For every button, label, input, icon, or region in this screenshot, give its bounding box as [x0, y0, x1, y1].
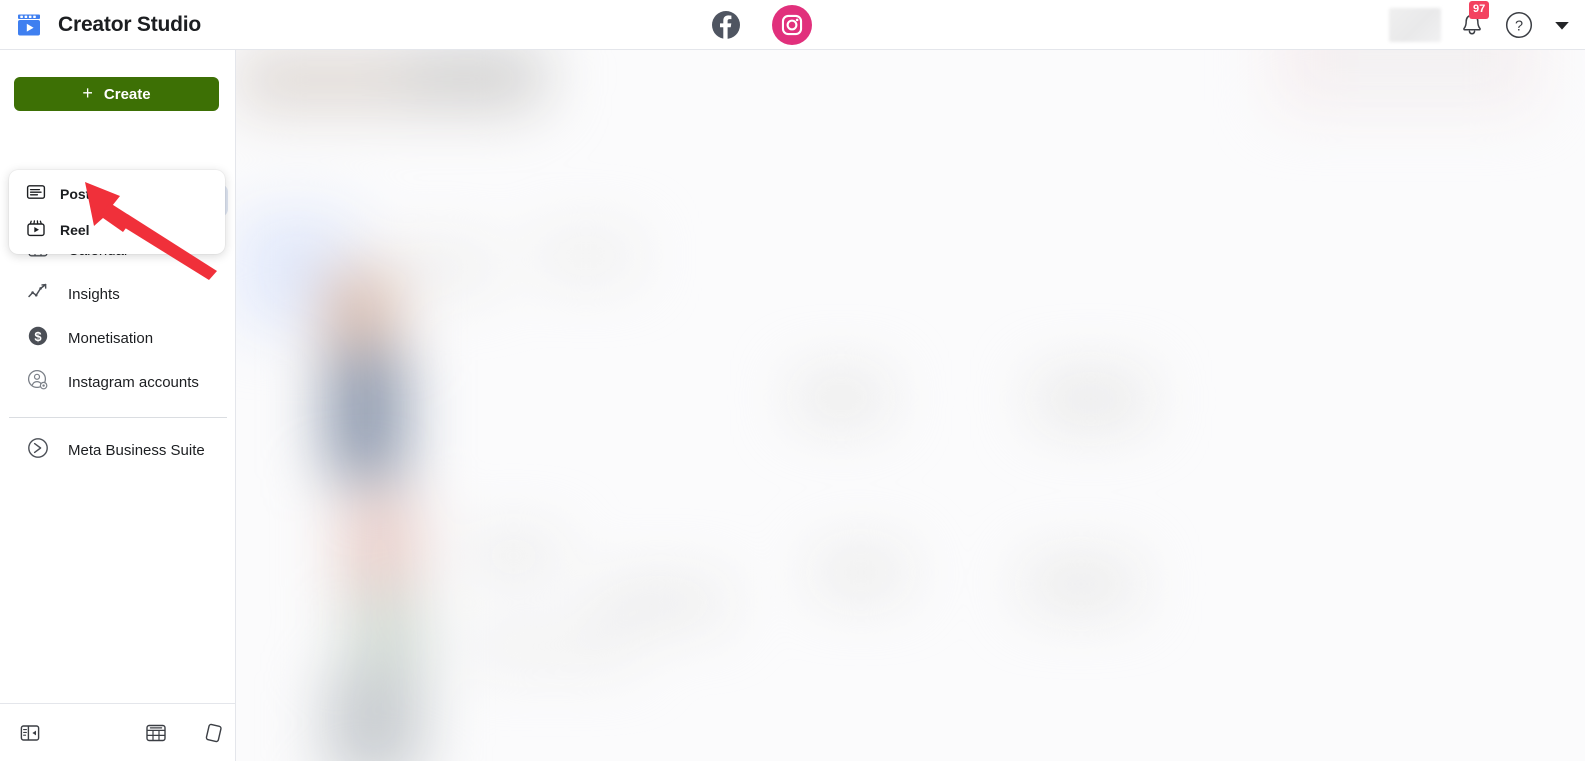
sidebar-item-insights-label: Insights: [68, 285, 120, 303]
sidebar-item-meta-business-suite-label: Meta Business Suite: [68, 441, 205, 459]
notifications-button[interactable]: 97: [1455, 1, 1490, 42]
sidebar: + Create Post Reel Insights $ Monetisati…: [0, 50, 236, 761]
tilted-card-icon[interactable]: [201, 721, 225, 745]
account-settings-icon: [27, 369, 49, 396]
create-menu-item-post[interactable]: Post: [9, 176, 225, 212]
create-menu-item-post-label: Post: [60, 186, 91, 202]
sidebar-item-meta-business-suite[interactable]: Meta Business Suite: [9, 428, 227, 472]
creator-studio-app: Creator Studio 97 ? + Create Post Reel I…: [0, 0, 1585, 761]
sidebar-item-instagram-accounts[interactable]: Instagram accounts: [9, 360, 227, 404]
channel-switcher: [706, 0, 812, 50]
sidebar-item-instagram-accounts-label: Instagram accounts: [68, 373, 199, 391]
collapse-sidebar-icon[interactable]: [19, 722, 41, 744]
brand[interactable]: Creator Studio: [0, 10, 201, 40]
redacted-account-box[interactable]: [1389, 8, 1441, 42]
sidebar-nav: Calendar Insights: [0, 228, 236, 472]
sidebar-bottom-toolbar: [0, 703, 236, 761]
top-right-actions: 97 ?: [1389, 0, 1575, 50]
chevron-down-icon: [1555, 22, 1569, 30]
blurred-content-layer: [236, 50, 1585, 761]
page-title: Creator Studio: [58, 12, 202, 36]
sidebar-item-monetisation-label: Monetisation: [68, 329, 154, 347]
insights-chart-icon: [27, 281, 49, 308]
post-icon: [26, 182, 46, 207]
create-button[interactable]: + Create: [14, 77, 219, 111]
sidebar-item-monetisation[interactable]: $ Monetisation: [9, 316, 227, 360]
main-content-blurred: [236, 50, 1585, 761]
grid-table-icon[interactable]: [144, 721, 168, 745]
meta-infinity-circle-icon: [27, 437, 49, 464]
dollar-coin-icon: $: [27, 325, 49, 352]
account-menu-button[interactable]: [1549, 9, 1575, 41]
top-bar: Creator Studio 97 ?: [0, 0, 1585, 50]
reel-icon: [26, 218, 46, 243]
notification-badge: 97: [1469, 1, 1490, 19]
create-menu-item-reel[interactable]: Reel: [9, 212, 225, 248]
instagram-icon: [772, 5, 812, 45]
svg-text:$: $: [34, 328, 42, 343]
creator-studio-clapper-icon: [14, 10, 44, 40]
help-button[interactable]: ?: [1503, 9, 1535, 41]
svg-text:?: ?: [1515, 18, 1523, 34]
instagram-channel-button[interactable]: [772, 5, 812, 45]
create-button-label: Create: [103, 85, 151, 103]
sidebar-divider: [9, 417, 227, 418]
facebook-icon: [712, 11, 740, 39]
facebook-channel-button[interactable]: [706, 5, 746, 45]
create-dropdown-menu: Post Reel: [9, 170, 225, 254]
sidebar-item-insights[interactable]: Insights: [9, 272, 227, 316]
question-mark-circle-icon: ?: [1505, 11, 1533, 39]
create-menu-item-reel-label: Reel: [60, 222, 90, 238]
plus-icon: +: [82, 83, 93, 103]
